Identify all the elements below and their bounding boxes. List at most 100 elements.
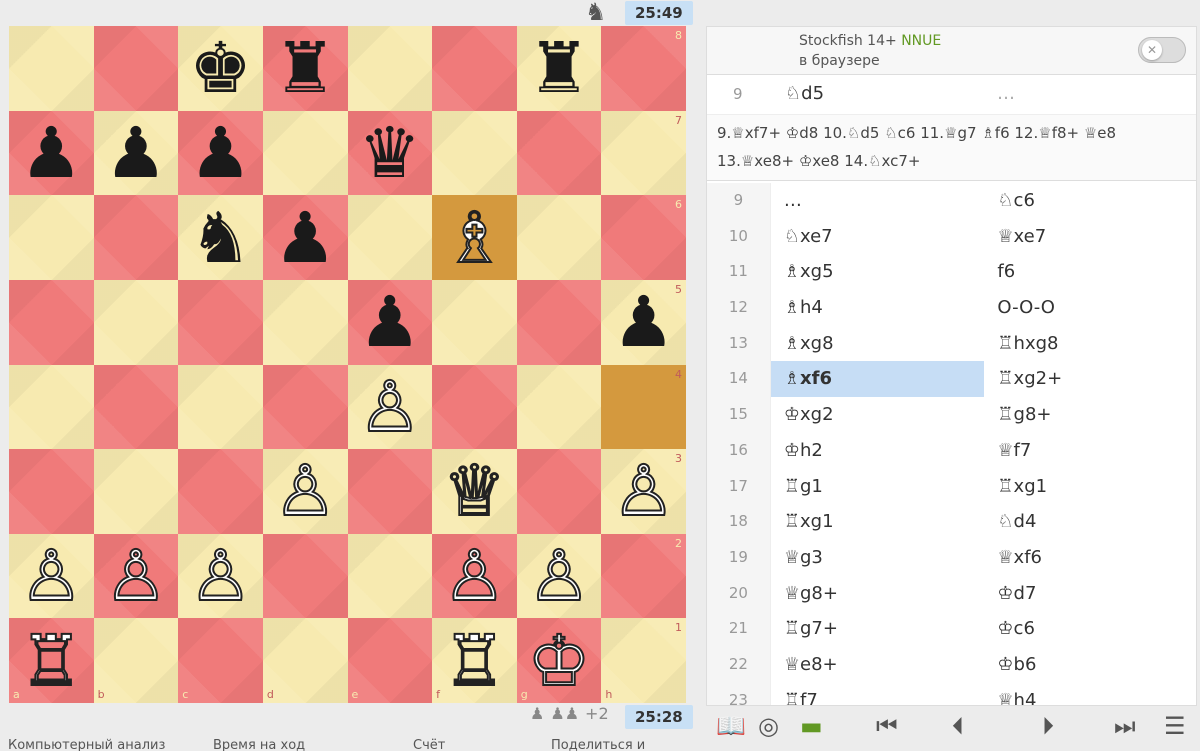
piece-f3[interactable]: ♕ [442,455,507,527]
square-c5[interactable] [178,279,263,365]
prev-move-icon[interactable]: ⏴ [952,712,964,740]
white-move[interactable]: ♗xg8 [771,326,985,362]
square-d3[interactable]: ♙ [262,449,348,534]
square-f3[interactable]: ♕ [432,449,517,534]
black-move[interactable]: O-O-O [984,290,1196,326]
piece-a7[interactable]: ♟ [20,118,83,188]
white-move[interactable]: ♖g7+ [771,611,985,647]
pv-line[interactable]: 9.♕xf7+ ♔d8 10.♘d5 ♘c6 11.♕g7 ♗f6 12.♕f8… [707,115,1196,181]
black-move[interactable]: ♖hxg8 [984,326,1196,362]
square-d4[interactable] [262,364,348,450]
tab-score[interactable]: Счёт [413,738,445,751]
black-move[interactable]: ♕h4 [984,683,1196,705]
square-f5[interactable] [432,279,517,365]
white-move[interactable]: … [771,183,985,219]
menu-icon[interactable]: ☰ [1164,712,1186,740]
piece-c2[interactable]: ♙ [188,540,253,612]
black-move[interactable]: ♖g8+ [984,397,1196,433]
square-c6[interactable]: ♞ [178,195,263,280]
square-c4[interactable] [178,364,263,450]
square-b4[interactable] [93,364,179,450]
square-f7[interactable] [432,110,517,196]
square-f8[interactable] [432,26,517,111]
square-h7[interactable]: 7 [601,110,686,196]
piece-e7[interactable]: ♛ [358,118,421,188]
monitor-icon[interactable]: ▬ [800,712,823,740]
square-d7[interactable] [262,110,348,196]
square-a3[interactable] [9,449,94,534]
square-g8[interactable]: ♜ [516,26,602,111]
piece-c8[interactable]: ♚ [189,33,252,103]
square-e6[interactable] [347,195,433,280]
square-a2[interactable]: ♙ [9,533,94,619]
engine-toggle[interactable] [1138,37,1186,63]
piece-f6[interactable]: ♗ [442,202,507,274]
white-move[interactable]: ♖f7 [771,683,985,705]
square-b2[interactable]: ♙ [93,533,179,619]
square-h6[interactable]: 6 [601,195,686,280]
white-move[interactable]: ♘xe7 [771,219,985,255]
square-f4[interactable] [432,364,517,450]
next-move-icon[interactable]: ⏵ [1042,712,1054,740]
square-e8[interactable] [347,26,433,111]
piece-e4[interactable]: ♙ [357,371,422,443]
white-move[interactable]: ♕g8+ [771,576,985,612]
piece-b7[interactable]: ♟ [105,118,168,188]
square-b6[interactable] [93,195,179,280]
square-a6[interactable] [9,195,94,280]
square-c2[interactable]: ♙ [178,533,263,619]
square-h5[interactable]: ♟ 5 [601,279,686,365]
white-move[interactable]: ♗h4 [771,290,985,326]
square-g2[interactable]: ♙ [516,533,602,619]
black-move[interactable]: ♔c6 [984,611,1196,647]
target-icon[interactable]: ◎ [758,712,779,740]
black-move[interactable]: ♘d4 [984,504,1196,540]
piece-d3[interactable]: ♙ [273,455,338,527]
square-g7[interactable] [516,110,602,196]
white-move[interactable]: ♔h2 [771,433,985,469]
tab-move-times[interactable]: Время на ход [213,738,305,751]
piece-f2[interactable]: ♙ [442,540,507,612]
square-c8[interactable]: ♚ [178,26,263,111]
piece-c7[interactable]: ♟ [189,118,252,188]
square-g1[interactable]: ♔ g [516,618,602,703]
piece-f1[interactable]: ♖ [442,625,507,697]
white-move[interactable]: ♕e8+ [771,647,985,683]
square-e5[interactable]: ♟ [347,279,433,365]
square-c3[interactable] [178,449,263,534]
square-h8[interactable]: 8 [601,26,686,111]
square-d6[interactable]: ♟ [262,195,348,280]
last-move-icon[interactable]: ⏭ [1114,712,1136,740]
square-e3[interactable] [347,449,433,534]
black-move[interactable]: ♕f7 [984,433,1196,469]
square-d2[interactable] [262,533,348,619]
square-g4[interactable] [516,364,602,450]
tab-share[interactable]: Поделиться и [551,738,645,751]
piece-h3[interactable]: ♙ [611,455,676,527]
piece-a2[interactable]: ♙ [19,540,84,612]
square-e7[interactable]: ♛ [347,110,433,196]
square-d1[interactable]: d [262,618,348,703]
square-b8[interactable] [93,26,179,111]
square-b7[interactable]: ♟ [93,110,179,196]
piece-e5[interactable]: ♟ [358,287,421,357]
square-a7[interactable]: ♟ [9,110,94,196]
piece-g1[interactable]: ♔ [527,625,592,697]
pv-move[interactable]: ♘d5 [785,83,824,104]
square-h2[interactable]: 2 [601,533,686,619]
square-a4[interactable] [9,364,94,450]
piece-a1[interactable]: ♖ [19,625,84,697]
square-h1[interactable]: 1h [601,618,686,703]
square-f6[interactable]: ♗ [432,195,517,280]
piece-g2[interactable]: ♙ [527,540,592,612]
tab-computer-analysis[interactable]: Компьютерный анализ [8,738,165,751]
square-b1[interactable]: b [93,618,179,703]
piece-b2[interactable]: ♙ [104,540,169,612]
black-move[interactable]: ♖xg2+ [984,361,1196,397]
black-move[interactable]: ♔b6 [984,647,1196,683]
white-move[interactable]: ♕g3 [771,540,985,576]
square-a8[interactable] [9,26,94,111]
black-move[interactable]: ♕xe7 [984,219,1196,255]
black-move[interactable]: ♕xf6 [984,540,1196,576]
chess-board[interactable]: ♚ ♜ ♜ 8 ♟ ♟ ♟ ♛ 7 ♞ ♟ ♗ 6 ♟ ♟ 5 ♙ 4 ♙ ♕ ♙ 3 ♙ ♙ ♙ ♙ ♙ 2 ♖ a b c d e ♖ f ♔ g 1 h [9,26,686,703]
